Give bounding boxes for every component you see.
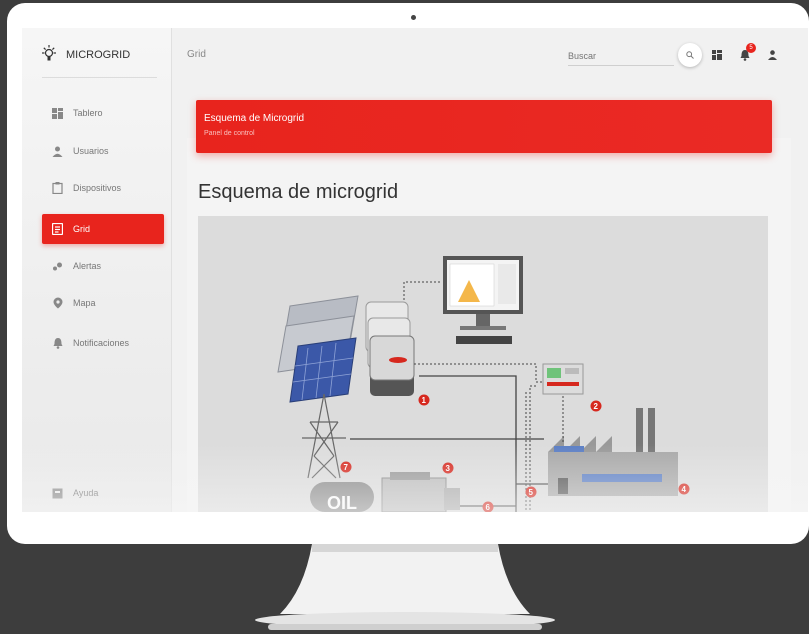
- nav-label: Mapa: [73, 298, 96, 308]
- factory: [548, 408, 678, 496]
- profile-button[interactable]: [765, 48, 779, 62]
- power-pylon: [302, 393, 346, 479]
- computer-monitor: [443, 256, 523, 344]
- page-title: Esquema de microgrid: [198, 181, 399, 203]
- marker-5: 5: [529, 488, 534, 497]
- bell-icon: [52, 338, 63, 349]
- marker-3: 3: [446, 464, 451, 473]
- marker-2: 2: [594, 402, 599, 411]
- nav-label: Usuarios: [73, 146, 109, 156]
- marker-4: 4: [682, 485, 687, 494]
- search-button[interactable]: [678, 43, 702, 67]
- nav-item-notificaciones[interactable]: Notificaciones: [42, 328, 164, 358]
- nav-label: Alertas: [73, 261, 102, 271]
- notifications-button[interactable]: 5: [738, 43, 756, 62]
- nav-label: Grid: [73, 224, 91, 234]
- marker-6: 6: [486, 503, 491, 512]
- brand[interactable]: MICROGRID: [40, 44, 130, 65]
- nav-item-alertas[interactable]: Alertas: [42, 251, 164, 281]
- oil-label: OIL: [327, 493, 357, 512]
- search-input[interactable]: [568, 46, 674, 66]
- pin-icon: [52, 297, 63, 309]
- generator: [381, 472, 460, 512]
- brand-name: MICROGRID: [66, 48, 131, 61]
- document-icon: [52, 223, 63, 235]
- camera-dot: [411, 15, 416, 20]
- oil-tank: OIL: [310, 482, 374, 512]
- topbar: Grid 5: [172, 28, 808, 86]
- page-crumb: Grid: [187, 49, 206, 60]
- notification-badge: 5: [746, 43, 756, 53]
- nav-item-mapa[interactable]: Mapa: [42, 288, 164, 318]
- user-icon: [52, 146, 63, 157]
- nav-label: Ayuda: [73, 488, 99, 498]
- nav-label: Tablero: [73, 108, 103, 118]
- dashboard-icon: [52, 107, 63, 119]
- card-subtitle: Panel de control: [204, 130, 255, 137]
- user-icon: [767, 50, 777, 60]
- dashboard-button[interactable]: [710, 48, 724, 62]
- card-header: Esquema de Microgrid Panel de control: [196, 100, 772, 153]
- bubbles-icon: [52, 261, 63, 272]
- nav-label: Dispositivos: [73, 183, 122, 193]
- nav-item-dispositivos[interactable]: Dispositivos: [42, 173, 164, 203]
- screen: MICROGRID Tablero Usuarios Dispositivos: [22, 28, 808, 512]
- solar-panels: [277, 295, 359, 403]
- clipboard-icon: [52, 182, 63, 194]
- help-icon: [52, 488, 63, 499]
- inverters: [365, 301, 415, 396]
- brand-divider: [42, 77, 157, 78]
- microgrid-diagram: OIL 1 2 3 4 5 6 7: [198, 216, 768, 512]
- card-title: Esquema de Microgrid: [204, 113, 305, 124]
- marker-1: 1: [422, 396, 427, 405]
- lightbulb-icon: [40, 44, 58, 65]
- dashboard-icon: [712, 50, 722, 60]
- nav-label: Notificaciones: [73, 338, 130, 348]
- sidebar: MICROGRID Tablero Usuarios Dispositivos: [22, 28, 172, 512]
- energy-meter: [542, 363, 584, 395]
- nav-item-tablero[interactable]: Tablero: [42, 98, 164, 128]
- nav-item-grid[interactable]: Grid: [42, 214, 164, 244]
- search-icon: [686, 51, 694, 59]
- microgrid-diagram-svg: OIL 1 2 3 4 5 6 7: [277, 256, 690, 512]
- nav-item-usuarios[interactable]: Usuarios: [42, 136, 164, 166]
- nav-item-ayuda[interactable]: Ayuda: [42, 478, 164, 508]
- marker-7: 7: [344, 463, 349, 472]
